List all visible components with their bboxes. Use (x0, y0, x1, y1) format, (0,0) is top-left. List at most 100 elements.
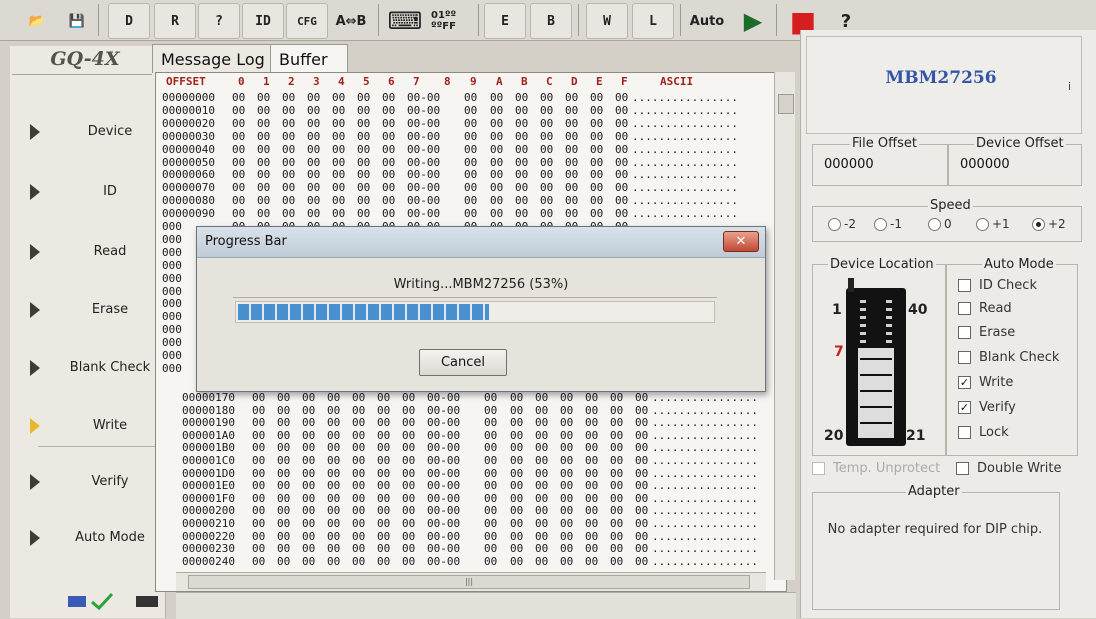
temp-unprotect-checkbox[interactable]: Temp. Unprotect (812, 461, 940, 476)
byte-cell: 00 (307, 168, 321, 182)
byte-cell: 00 (610, 403, 624, 417)
tab-message-log[interactable]: Message Log (152, 44, 278, 73)
run-button[interactable]: ▶ (734, 3, 772, 39)
auto-mode-label: Auto Mode (982, 257, 1056, 272)
byte-cell: 00 (302, 454, 316, 467)
auto-read[interactable]: Read (958, 301, 1012, 316)
byte-cell: 00 (484, 454, 498, 467)
speed-radio-minus1[interactable]: -1 (874, 217, 902, 231)
byte-cell: 00 (282, 129, 296, 143)
id-button[interactable]: ID (242, 3, 284, 39)
byte-cell: 00 (565, 129, 579, 143)
byte-cell: 00 (464, 103, 478, 117)
speed-radio-minus2[interactable]: -2 (828, 217, 856, 231)
byte-cell: 00 (282, 103, 296, 117)
triangle-right-icon (30, 360, 40, 376)
erase-button[interactable]: E (484, 3, 526, 39)
pin-21-label: 21 (906, 428, 926, 444)
write-button[interactable]: W (586, 3, 628, 39)
nav-device[interactable]: Device (22, 112, 162, 152)
nav-id[interactable]: ID (22, 172, 162, 212)
byte-cell: 00 (515, 207, 529, 221)
byte-cell: 00-00 (427, 542, 461, 556)
byte-cell: 00 (352, 554, 366, 568)
read-button[interactable]: R (154, 3, 196, 39)
lock-button[interactable]: L (632, 3, 674, 39)
byte-cell: 00 (377, 479, 391, 493)
nav-blank-check[interactable]: Blank Check (22, 348, 162, 388)
byte-cell: 00 (615, 142, 629, 156)
speed-radio-plus1[interactable]: +1 (976, 217, 1010, 231)
nav-write[interactable]: Write (22, 406, 162, 446)
nav-read[interactable]: Read (22, 232, 162, 272)
byte-cell: 00 (302, 504, 316, 518)
checkbox-icon (958, 279, 971, 292)
byte-cell: 00 (585, 479, 599, 493)
toolbar-separator (98, 4, 99, 36)
blank-button[interactable]: B (530, 3, 572, 39)
speed-radio-plus2[interactable]: +2 (1032, 217, 1066, 231)
auto-write[interactable]: ✓ Write (958, 375, 1013, 390)
horizontal-scrollbar[interactable]: ||| (176, 572, 766, 591)
byte-cell: 00 (327, 391, 341, 404)
file-offset-field[interactable]: 000000 (820, 154, 934, 176)
byte-cell: 00 (357, 194, 371, 208)
column-header: D (571, 75, 578, 88)
speed-radio-0[interactable]: 0 (928, 217, 952, 231)
double-write-checkbox[interactable]: Double Write (956, 461, 1062, 476)
byte-cell: 00 (510, 466, 524, 480)
chip-d-icon: D (125, 13, 133, 29)
byte-cell: 00 (615, 155, 629, 169)
byte-cell: 00 (257, 91, 271, 104)
byte-cell: 00 (585, 529, 599, 543)
byte-cell: 00 (510, 554, 524, 568)
cancel-button[interactable]: Cancel (419, 349, 507, 376)
close-icon: ✕ (735, 234, 747, 249)
keyboard-button[interactable]: ⌨ (384, 3, 426, 39)
byte-cell: 00 (277, 504, 291, 518)
device-offset-field[interactable]: 000000 (956, 154, 1070, 176)
byte-cell: 00 (402, 529, 416, 543)
byte-cell: 00 (307, 155, 321, 169)
compare-button[interactable]: A⇔B (330, 3, 372, 39)
column-header: 9 (470, 75, 477, 88)
byte-cell: 00 (490, 194, 504, 208)
device-button[interactable]: D (108, 3, 150, 39)
ascii-cell: ................ (652, 454, 758, 467)
auto-erase[interactable]: Erase (958, 325, 1015, 340)
blank-check-button[interactable]: ? (198, 3, 240, 39)
byte-cell: 00 (484, 428, 498, 442)
triangle-right-icon (30, 530, 40, 546)
nav-label: Auto Mode (75, 530, 145, 545)
row-offset: 00000170 (182, 391, 235, 404)
byte-cell: 00 (352, 529, 366, 543)
byte-cell: 00 (327, 454, 341, 467)
auto-button[interactable]: Auto (686, 3, 728, 39)
floppy-disk-icon: 💾 (68, 13, 86, 29)
byte-cell: 00 (332, 91, 346, 104)
byte-cell: 00 (590, 181, 604, 195)
checksum-button[interactable]: CFG (286, 3, 328, 39)
auto-blank-check[interactable]: Blank Check (958, 350, 1059, 365)
auto-id-check[interactable]: ID Check (958, 278, 1037, 293)
scroll-thumb[interactable]: ||| (188, 575, 750, 589)
scroll-thumb[interactable] (778, 94, 794, 114)
nav-auto-mode[interactable]: Auto Mode (22, 518, 162, 558)
auto-verify[interactable]: ✓ Verify (958, 400, 1016, 415)
open-file-button[interactable]: 📂 (22, 3, 52, 39)
nav-erase[interactable]: Erase (22, 290, 162, 330)
fill-button[interactable]: 01ºº ººFF (430, 3, 474, 39)
byte-cell: 00-00 (407, 116, 441, 130)
close-button[interactable]: ✕ (723, 231, 759, 252)
vertical-scrollbar[interactable] (774, 72, 795, 580)
byte-cell: 00-00 (407, 168, 441, 182)
byte-cell: 00 (282, 116, 296, 130)
nav-verify[interactable]: Verify (22, 462, 162, 502)
adapter-label: Adapter (906, 484, 962, 499)
byte-cell: 00 (357, 116, 371, 130)
byte-cell: 00 (277, 554, 291, 568)
auto-lock[interactable]: Lock (958, 425, 1009, 440)
tab-buffer[interactable]: Buffer (270, 44, 348, 73)
save-file-button[interactable]: 💾 (62, 3, 92, 39)
dialog-titlebar[interactable]: Progress Bar ✕ (197, 227, 765, 258)
